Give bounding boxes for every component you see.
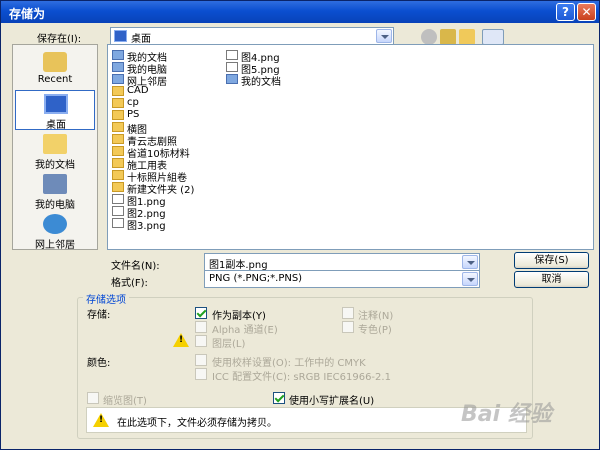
layers-label: 图层(L) — [212, 339, 246, 350]
new-folder-icon[interactable] — [459, 29, 475, 45]
format-label: 格式(F): — [111, 278, 148, 289]
save-in-value: 桌面 — [131, 34, 151, 45]
place-network[interactable]: 网上邻居 — [15, 211, 95, 251]
layers-checkbox[interactable] — [195, 335, 207, 347]
png-file-icon — [226, 62, 238, 72]
place-recent[interactable]: Recent — [15, 49, 95, 89]
folder-icon — [112, 158, 124, 168]
my-documents-icon — [43, 134, 67, 154]
up-folder-icon[interactable] — [440, 29, 456, 45]
folder-icon — [112, 170, 124, 180]
spot-checkbox[interactable] — [342, 321, 354, 333]
folder-icon — [112, 98, 124, 108]
place-label: Recent — [37, 74, 73, 85]
notes-checkbox[interactable] — [342, 307, 354, 319]
chevron-down-icon — [462, 272, 478, 286]
place-label: 桌面 — [46, 120, 66, 131]
my-computer-icon — [112, 62, 124, 72]
place-label: 网上邻居 — [35, 240, 75, 251]
save-options-legend: 存储选项 — [83, 291, 129, 306]
place-label: 我的电脑 — [35, 200, 75, 211]
icc-checkbox[interactable] — [195, 368, 207, 380]
folder-icon — [112, 182, 124, 192]
warning-icon — [173, 333, 189, 347]
save-in-dropdown[interactable]: 桌面 — [110, 27, 394, 45]
place-label: 我的文档 — [35, 160, 75, 171]
help-button[interactable]: ? — [556, 3, 575, 21]
folder-icon — [112, 134, 124, 144]
format-dropdown[interactable]: PNG (*.PNG;*.PNS) — [204, 270, 480, 288]
filename-value: 图1副本.png — [209, 260, 268, 271]
spot-label: 专色(P) — [358, 325, 392, 336]
warning-icon — [93, 413, 109, 427]
folder-icon — [112, 146, 124, 156]
cancel-button[interactable]: 取消 — [514, 271, 589, 288]
lowercase-ext-label: 使用小写扩展名(U) — [289, 396, 375, 407]
format-value: PNG (*.PNG;*.PNS) — [209, 273, 303, 284]
alpha-checkbox[interactable] — [195, 321, 207, 333]
png-file-icon — [112, 206, 124, 216]
chevron-down-icon — [376, 29, 392, 43]
places-bar: Recent 桌面 我的文档 我的电脑 网上邻居 — [12, 44, 98, 251]
desktop-icon — [114, 30, 127, 42]
recent-icon — [43, 52, 67, 72]
dialog-title: 存储为 — [9, 7, 46, 21]
back-icon[interactable] — [421, 29, 437, 45]
lowercase-ext-checkbox[interactable] — [273, 392, 285, 404]
as-copy-label: 作为副本(Y) — [212, 311, 266, 322]
my-documents-icon — [112, 50, 124, 60]
as-copy-checkbox[interactable] — [195, 307, 207, 319]
thumbnail-label: 缩览图(T) — [103, 396, 147, 407]
png-file-icon — [226, 50, 238, 60]
place-my-computer[interactable]: 我的电脑 — [15, 171, 95, 211]
proof-label: 使用校样设置(O): 工作中的 CMYK — [212, 358, 366, 369]
save-as-dialog: 存储为 ? ✕ 保存在(I): 桌面 Recent 桌面 我的文档 我的电脑 网 — [0, 0, 600, 450]
place-desktop[interactable]: 桌面 — [15, 90, 95, 131]
watermark: Bai 经验 — [461, 402, 552, 427]
title-bar[interactable]: 存储为 ? ✕ — [1, 1, 599, 23]
save-button[interactable]: 保存(S) — [514, 252, 589, 269]
color-label: 颜色: — [87, 358, 111, 369]
views-menu-icon[interactable] — [482, 29, 504, 45]
place-my-documents[interactable]: 我的文档 — [15, 131, 95, 171]
file-list[interactable]: 我的文档 我的电脑 网上邻居 CAD cp PS 横图 青云志剧照 省道10标材… — [107, 44, 594, 250]
proof-checkbox[interactable] — [195, 354, 207, 366]
filename-label: 文件名(N): — [111, 261, 160, 272]
folder-icon — [112, 122, 124, 132]
network-icon — [43, 214, 67, 234]
chevron-down-icon[interactable] — [462, 255, 478, 269]
folder-icon — [112, 86, 124, 96]
notes-label: 注释(N) — [358, 311, 394, 322]
save-in-label: 保存在(I): — [37, 34, 82, 45]
alpha-label: Alpha 通道(E) — [212, 325, 278, 336]
filename-field[interactable]: 图1副本.png — [204, 253, 480, 271]
my-documents-icon — [226, 74, 238, 84]
my-computer-icon — [43, 174, 67, 194]
warning-text: 在此选项下，文件必须存储为拷贝。 — [117, 418, 277, 429]
desktop-icon — [44, 94, 68, 114]
png-file-icon — [112, 194, 124, 204]
folder-icon — [112, 110, 124, 120]
icc-label: ICC 配置文件(C): sRGB IEC61966-2.1 — [212, 372, 391, 383]
thumbnail-checkbox[interactable] — [87, 392, 99, 404]
network-icon — [112, 74, 124, 84]
close-button[interactable]: ✕ — [577, 3, 596, 21]
save-label: 存储: — [87, 310, 111, 321]
png-file-icon — [112, 218, 124, 228]
